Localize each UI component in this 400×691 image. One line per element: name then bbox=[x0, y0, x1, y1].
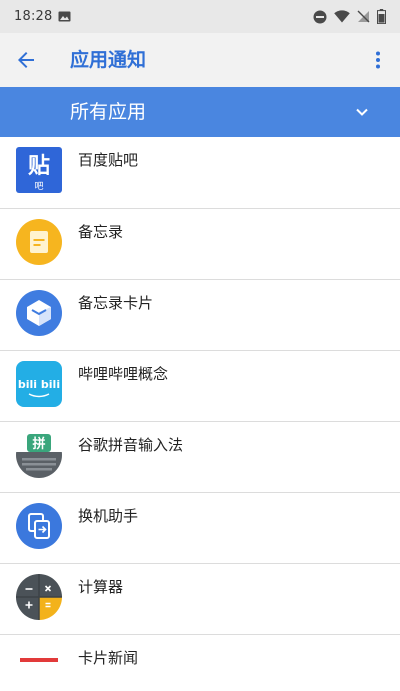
app-list: 贴 吧 百度贴吧 备忘录 备忘录卡片 bili bili 哔哩哔哩概念 拼 谷歌… bbox=[0, 137, 400, 675]
chevron-down-icon bbox=[356, 108, 368, 116]
app-name: 哔哩哔哩概念 bbox=[78, 365, 169, 383]
list-item[interactable]: 贴 吧 百度贴吧 bbox=[0, 137, 400, 209]
google-pinyin-icon: 拼 bbox=[16, 432, 62, 478]
no-sim-icon bbox=[357, 10, 370, 23]
tieba-sub-glyph: 吧 bbox=[34, 181, 43, 192]
more-options-icon[interactable] bbox=[366, 48, 390, 72]
list-item[interactable]: 卡片新闻 bbox=[0, 635, 400, 675]
news-icon bbox=[20, 658, 58, 662]
list-item[interactable]: 拼 谷歌拼音输入法 bbox=[0, 422, 400, 493]
memo-icon bbox=[16, 219, 62, 265]
status-bar: 18:28 bbox=[0, 0, 400, 33]
page-title: 应用通知 bbox=[70, 49, 147, 71]
status-time: 18:28 bbox=[14, 9, 53, 24]
list-item[interactable]: bili bili 哔哩哔哩概念 bbox=[0, 351, 400, 422]
app-name: 卡片新闻 bbox=[78, 649, 139, 667]
list-item[interactable]: 备忘录 bbox=[0, 209, 400, 280]
app-name: 计算器 bbox=[78, 578, 124, 596]
status-icons bbox=[313, 9, 386, 24]
battery-icon bbox=[377, 9, 386, 24]
back-arrow-icon[interactable] bbox=[14, 48, 38, 72]
phone-clone-icon bbox=[16, 503, 62, 549]
gallery-notification-icon bbox=[58, 11, 71, 22]
memo-card-icon bbox=[16, 290, 62, 336]
app-name: 换机助手 bbox=[78, 507, 139, 525]
app-name: 备忘录 bbox=[78, 223, 124, 241]
app-filter-dropdown[interactable]: 所有应用 bbox=[0, 87, 400, 137]
bilibili-icon: bili bili bbox=[16, 361, 62, 407]
tieba-icon: 贴 吧 bbox=[16, 147, 62, 193]
list-item[interactable]: 备忘录卡片 bbox=[0, 280, 400, 351]
app-name: 备忘录卡片 bbox=[78, 294, 154, 312]
tieba-glyph: 贴 bbox=[28, 153, 50, 179]
pinyin-glyph: 拼 bbox=[32, 436, 45, 452]
app-name: 谷歌拼音输入法 bbox=[78, 436, 184, 454]
app-name: 百度贴吧 bbox=[78, 151, 139, 169]
wifi-icon bbox=[334, 10, 350, 23]
do-not-disturb-icon bbox=[313, 10, 327, 23]
app-bar: 应用通知 bbox=[0, 33, 400, 87]
list-item[interactable]: 计算器 bbox=[0, 564, 400, 635]
calculator-icon bbox=[16, 574, 62, 620]
list-item[interactable]: 换机助手 bbox=[0, 493, 400, 564]
bilibili-glyph: bili bili bbox=[18, 378, 60, 391]
filter-label: 所有应用 bbox=[70, 101, 147, 123]
